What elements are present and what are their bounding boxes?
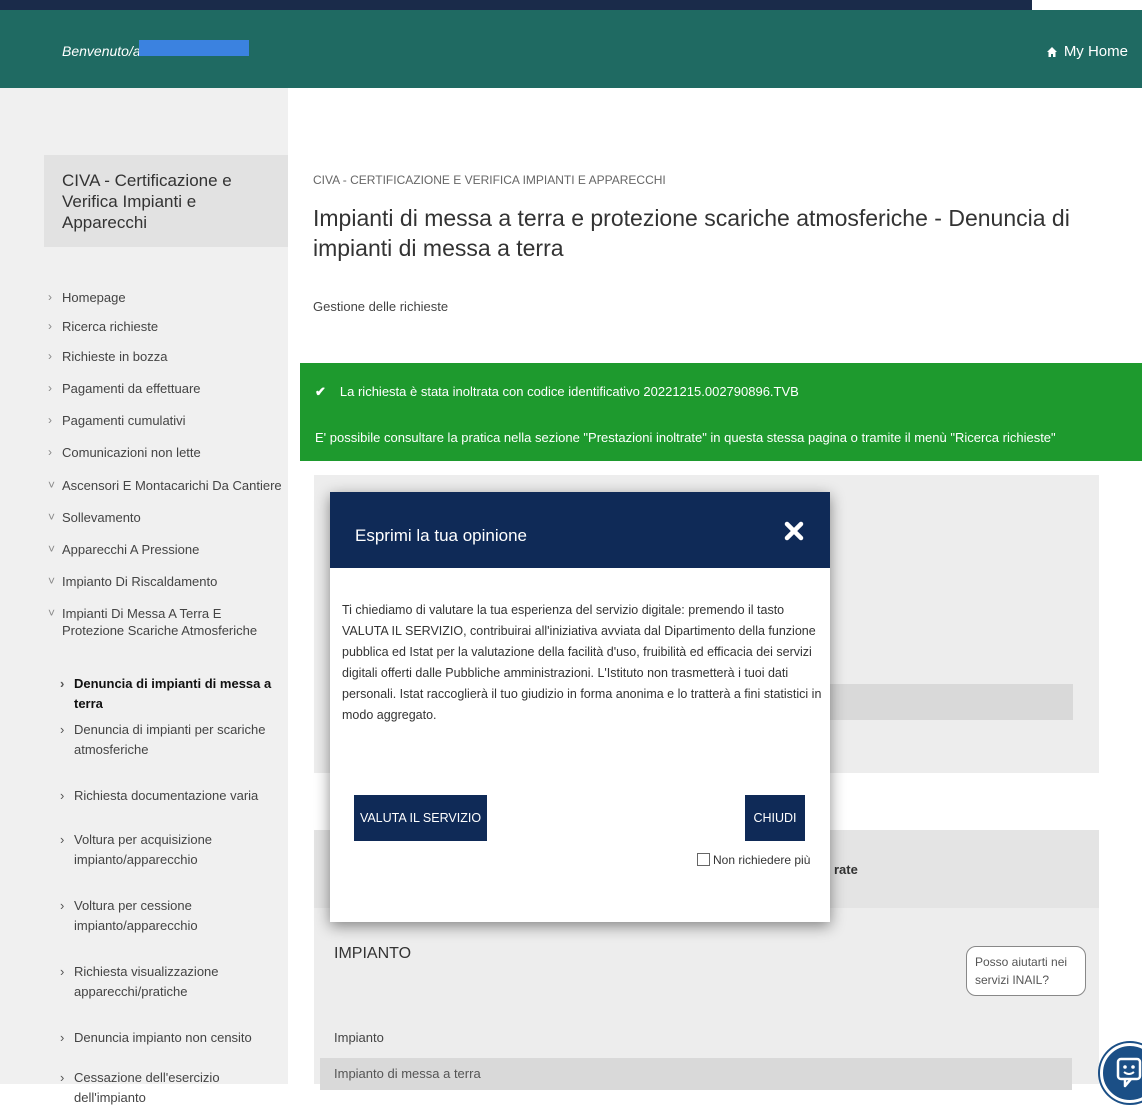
chevron-right-icon: ›: [60, 788, 65, 803]
sidebar-item-label: Pagamenti da effettuare: [62, 381, 201, 396]
impianto-label: Impianto: [334, 1030, 384, 1045]
alert-hint: E' possibile consultare la pratica nella…: [315, 430, 1056, 445]
chevron-right-icon: ›: [48, 290, 52, 304]
chat-bubble[interactable]: Posso aiutarti nei servizi INAIL?: [966, 946, 1086, 996]
sidebar-subitem-label: Denuncia di impianti per scariche atmosf…: [74, 722, 266, 757]
modal-body: Ti chiediamo di valutare la tua esperien…: [342, 603, 822, 722]
sidebar-title: CIVA - Certificazione e Verifica Impiant…: [62, 171, 232, 232]
sidebar-item-homepage[interactable]: › Homepage: [48, 289, 284, 306]
sidebar-item-label: Ascensori E Montacarichi Da Cantiere: [62, 478, 282, 493]
sidebar-subitem-visualizzazione[interactable]: › Richiesta visualizzazione apparecchi/pr…: [60, 962, 286, 1002]
chevron-right-icon: ›: [60, 898, 65, 913]
sidebar-subitem-label: Denuncia impianto non censito: [74, 1030, 252, 1045]
sidebar-item-label: Sollevamento: [62, 510, 141, 525]
impianto-heading: IMPIANTO: [334, 945, 412, 962]
sidebar-subitem-label: Richiesta visualizzazione apparecchi/pra…: [74, 964, 219, 999]
chevron-down-icon: ˅: [48, 542, 56, 556]
checkbox-box[interactable]: [697, 853, 710, 866]
sidebar-item-apparecchi-pressione[interactable]: ˅ Apparecchi A Pressione: [48, 541, 284, 558]
chevron-right-icon: ›: [48, 349, 52, 363]
chevron-down-icon: ˅: [48, 574, 56, 588]
welcome-text: Benvenuto/a: [62, 43, 141, 59]
sidebar-item-pagamenti-cumulativi[interactable]: › Pagamenti cumulativi: [48, 412, 284, 429]
sidebar-subitem-cessazione[interactable]: › Cessazione dell'esercizio dell'impianto: [60, 1068, 286, 1108]
chevron-right-icon: ›: [48, 413, 52, 427]
alert-message: La richiesta è stata inoltrata con codic…: [339, 384, 799, 399]
feedback-modal: Esprimi la tua opinione Ti chiediamo di …: [330, 492, 830, 922]
sidebar-item-ricerca-richieste[interactable]: › Ricerca richieste: [48, 318, 284, 335]
chevron-right-icon: ›: [60, 676, 65, 691]
sidebar-subitem-non-censito[interactable]: › Denuncia impianto non censito: [60, 1028, 286, 1048]
chevron-right-icon: ›: [60, 832, 65, 847]
chevron-down-icon: ˅: [48, 478, 56, 492]
sidebar-item-sollevamento[interactable]: ˅ Sollevamento: [48, 509, 284, 526]
sidebar-subitem-label: Cessazione dell'esercizio dell'impianto: [74, 1070, 220, 1105]
page-title: Impianti di messa a terra e protezione s…: [313, 205, 1070, 261]
sidebar-item-label: Ricerca richieste: [62, 319, 159, 334]
background-heading-fragment: rate: [834, 862, 858, 877]
close-icon[interactable]: [782, 519, 806, 543]
sidebar-item-label: Comunicazioni non lette: [62, 445, 201, 460]
chiudi-button[interactable]: CHIUDI: [745, 795, 805, 841]
chevron-right-icon: ›: [60, 964, 65, 979]
sidebar-item-label: Impianti Di Messa A Terra E Protezione S…: [62, 606, 258, 638]
sidebar-subitem-label: Denuncia di impianti di messa a terra: [74, 676, 272, 711]
modal-title: Esprimi la tua opinione: [355, 526, 527, 545]
sidebar-subitem-voltura-acquisizione[interactable]: › Voltura per acquisizione impianto/appar…: [60, 830, 286, 870]
sidebar-item-label: Apparecchi A Pressione: [62, 542, 200, 557]
chevron-right-icon: ›: [48, 381, 52, 395]
chevron-down-icon: ˅: [48, 510, 56, 524]
my-home-link[interactable]: My Home: [1046, 43, 1128, 60]
chevron-right-icon: ›: [60, 722, 65, 737]
sidebar-subitem-label: Voltura per acquisizione impianto/appare…: [74, 832, 213, 867]
chevron-down-icon: ˅: [48, 606, 56, 620]
sidebar-item-riscaldamento[interactable]: ˅ Impianto Di Riscaldamento: [48, 573, 284, 590]
sidebar-subitem-denuncia-scariche[interactable]: › Denuncia di impianti per scariche atmos…: [60, 720, 286, 760]
sidebar-subitem-denuncia-messa-a-terra[interactable]: › Denuncia di impianti di messa a terra: [60, 674, 286, 714]
sidebar-subitem-voltura-cessione[interactable]: › Voltura per cessione impianto/apparecch…: [60, 896, 286, 936]
success-alert: ✔ La richiesta è stata inoltrata con codi…: [300, 363, 1142, 461]
background-field: [808, 684, 1073, 720]
valuta-servizio-button[interactable]: VALUTA IL SERVIZIO: [354, 795, 487, 841]
redacted-username: [139, 40, 249, 56]
sidebar-subitem-label: Voltura per cessione impianto/apparecchi…: [74, 898, 198, 933]
chevron-right-icon: ›: [60, 1070, 65, 1085]
chevron-right-icon: ›: [48, 319, 52, 333]
non-richiedere-label: Non richiedere più: [713, 853, 811, 867]
sidebar-item-messa-a-terra[interactable]: ˅ Impianti Di Messa A Terra E Protezione …: [48, 605, 284, 639]
chevron-right-icon: ›: [48, 445, 52, 459]
check-icon: ✔: [315, 384, 326, 399]
my-home-label: My Home: [1063, 43, 1128, 60]
sidebar-subitem-label: Richiesta documentazione varia: [74, 788, 259, 803]
page-subtitle: Gestione delle richieste: [313, 299, 449, 314]
chatbot-button[interactable]: [1100, 1043, 1142, 1103]
sidebar-item-richieste-bozza[interactable]: › Richieste in bozza: [48, 348, 284, 365]
sidebar-item-label: Impianto Di Riscaldamento: [62, 574, 218, 589]
top-strip: [0, 0, 1032, 10]
chevron-right-icon: ›: [60, 1030, 65, 1045]
sidebar-item-label: Richieste in bozza: [62, 349, 168, 364]
sidebar-item-label: Pagamenti cumulativi: [62, 413, 186, 428]
impianto-value: Impianto di messa a terra: [334, 1066, 481, 1081]
sidebar-item-comunicazioni[interactable]: › Comunicazioni non lette: [48, 444, 284, 461]
breadcrumb: CIVA - CERTIFICAZIONE E VERIFICA IMPIANT…: [313, 173, 666, 187]
sidebar-item-pagamenti-effettuare[interactable]: › Pagamenti da effettuare: [48, 380, 284, 397]
sidebar-subitem-documentazione[interactable]: › Richiesta documentazione varia: [60, 786, 286, 806]
non-richiedere-checkbox[interactable]: Non richiedere più: [697, 853, 810, 867]
home-icon: [1046, 47, 1057, 57]
chat-icon: [1116, 1057, 1142, 1088]
sidebar-item-label: Homepage: [62, 290, 126, 305]
sidebar-item-ascensori[interactable]: ˅ Ascensori E Montacarichi Da Cantiere: [48, 477, 284, 494]
